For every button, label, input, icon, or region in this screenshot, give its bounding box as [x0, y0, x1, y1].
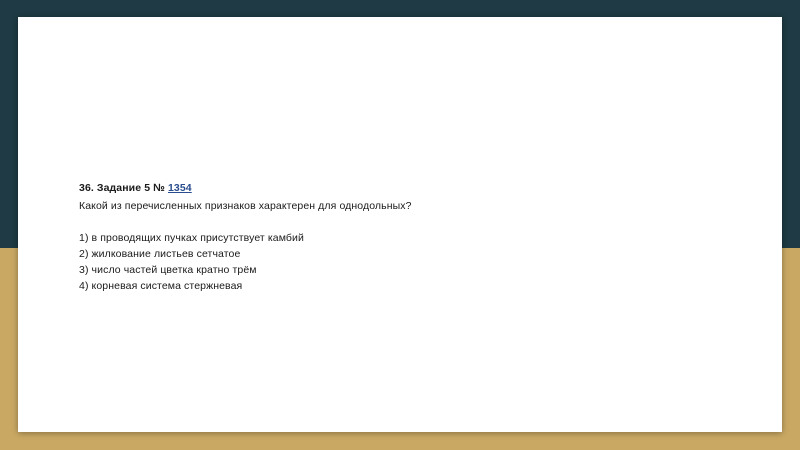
answer-option-1: 1) в проводящих пучках присутствует камб…: [79, 232, 304, 244]
task-heading: 36. Задание 5 № 1354: [79, 182, 719, 195]
slide: 36. Задание 5 № 1354 Какой из перечислен…: [18, 17, 782, 432]
answer-options: 1) в проводящих пучках присутствует камб…: [79, 230, 719, 294]
task-heading-prefix: 36. Задание 5 №: [79, 182, 168, 194]
task-number-link[interactable]: 1354: [168, 182, 192, 194]
answer-option-3: 3) число частей цветка кратно трём: [79, 264, 257, 276]
task-block: 36. Задание 5 № 1354 Какой из перечислен…: [79, 182, 719, 294]
answer-option-2: 2) жилкование листьев сетчатое: [79, 248, 241, 260]
question-text: Какой из перечисленных признаков характе…: [79, 200, 412, 212]
answer-option-4: 4) корневая система стержневая: [79, 280, 243, 292]
